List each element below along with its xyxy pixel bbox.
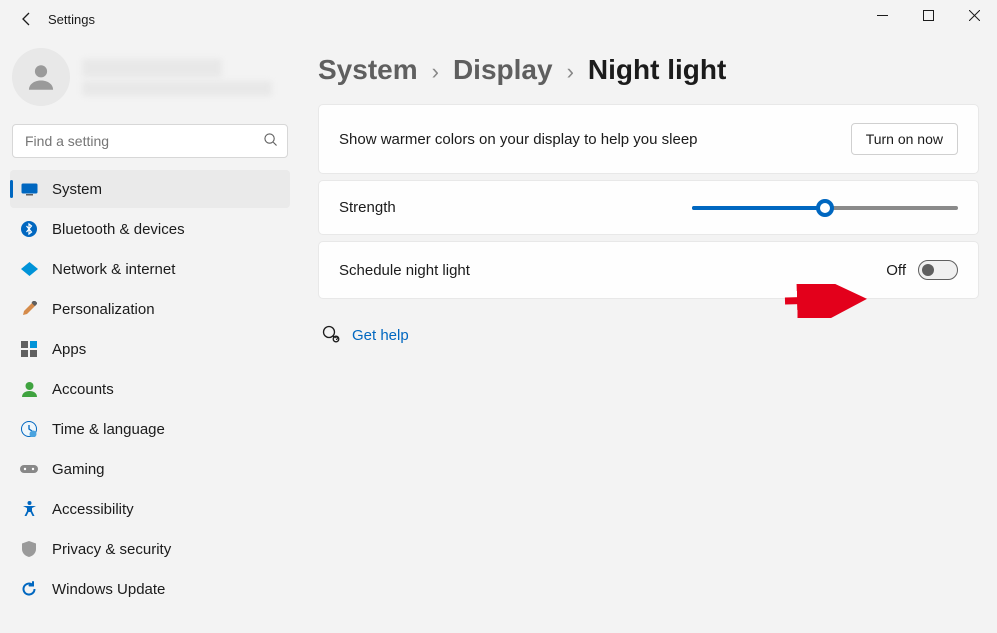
breadcrumb-display[interactable]: Display — [453, 54, 553, 86]
account-block[interactable] — [10, 48, 290, 118]
avatar — [12, 48, 70, 106]
schedule-card: Schedule night light Off — [318, 241, 979, 299]
account-name — [82, 59, 222, 77]
chevron-right-icon: › — [567, 59, 574, 85]
sidebar-item-label: Bluetooth & devices — [52, 221, 185, 238]
sidebar-item-apps[interactable]: Apps — [10, 330, 290, 368]
account-email — [82, 81, 272, 96]
window-controls — [859, 0, 997, 30]
sidebar-item-bluetooth[interactable]: Bluetooth & devices — [10, 210, 290, 248]
strength-label: Strength — [339, 199, 396, 216]
schedule-state-text: Off — [886, 262, 906, 279]
sidebar-item-label: Time & language — [52, 421, 165, 438]
arrow-left-icon — [20, 12, 34, 26]
slider-thumb[interactable] — [816, 199, 834, 217]
maximize-icon — [923, 10, 934, 21]
night-light-description: Show warmer colors on your display to he… — [339, 131, 698, 148]
sidebar-item-system[interactable]: System — [10, 170, 290, 208]
minimize-button[interactable] — [859, 0, 905, 30]
display-icon — [20, 183, 38, 196]
help-icon — [322, 325, 340, 346]
sidebar-item-accessibility[interactable]: Accessibility — [10, 490, 290, 528]
person-icon — [24, 60, 58, 94]
strength-slider[interactable] — [692, 206, 958, 210]
close-button[interactable] — [951, 0, 997, 30]
schedule-label: Schedule night light — [339, 262, 470, 279]
night-light-description-card: Show warmer colors on your display to he… — [318, 104, 979, 174]
breadcrumb-system[interactable]: System — [318, 54, 418, 86]
bluetooth-icon — [20, 221, 38, 237]
breadcrumb: System › Display › Night light — [318, 54, 979, 86]
update-icon — [20, 581, 38, 597]
strength-card: Strength — [318, 180, 979, 235]
sidebar-item-personalization[interactable]: Personalization — [10, 290, 290, 328]
accessibility-icon — [20, 501, 38, 517]
schedule-toggle[interactable] — [918, 260, 958, 280]
gaming-icon — [20, 463, 38, 475]
close-icon — [969, 10, 980, 21]
titlebar: Settings — [0, 0, 997, 38]
breadcrumb-current: Night light — [588, 54, 726, 86]
sidebar-item-label: Windows Update — [52, 581, 165, 598]
sidebar-item-network[interactable]: Network & internet — [10, 250, 290, 288]
sidebar-item-label: Personalization — [52, 301, 155, 318]
shield-icon — [20, 541, 38, 557]
back-button[interactable] — [18, 10, 36, 28]
toggle-knob — [922, 264, 934, 276]
clock-icon — [20, 421, 38, 437]
sidebar-item-label: Network & internet — [52, 261, 175, 278]
search-field[interactable] — [12, 124, 288, 158]
sidebar-item-update[interactable]: Windows Update — [10, 570, 290, 608]
sidebar-item-label: Privacy & security — [52, 541, 171, 558]
search-icon — [264, 133, 277, 149]
app-title: Settings — [48, 12, 95, 27]
main-content: System › Display › Night light Show warm… — [300, 38, 997, 633]
minimize-icon — [877, 10, 888, 21]
sidebar-item-label: Gaming — [52, 461, 105, 478]
sidebar-item-privacy[interactable]: Privacy & security — [10, 530, 290, 568]
sidebar-item-time[interactable]: Time & language — [10, 410, 290, 448]
get-help-link[interactable]: Get help — [352, 327, 409, 344]
maximize-button[interactable] — [905, 0, 951, 30]
sidebar-item-label: System — [52, 181, 102, 198]
sidebar-item-label: Accessibility — [52, 501, 134, 518]
apps-icon — [20, 341, 38, 357]
wifi-icon — [20, 262, 38, 276]
sidebar-item-label: Accounts — [52, 381, 114, 398]
help-row: Get help — [318, 305, 979, 366]
chevron-right-icon: › — [432, 59, 439, 85]
sidebar-item-accounts[interactable]: Accounts — [10, 370, 290, 408]
turn-on-now-button[interactable]: Turn on now — [851, 123, 958, 155]
search-input[interactable] — [23, 132, 264, 150]
accounts-icon — [20, 381, 38, 397]
sidebar-item-label: Apps — [52, 341, 86, 358]
nav-list: System Bluetooth & devices Network & int… — [10, 170, 290, 608]
paintbrush-icon — [20, 301, 38, 317]
sidebar: System Bluetooth & devices Network & int… — [0, 38, 300, 633]
sidebar-item-gaming[interactable]: Gaming — [10, 450, 290, 488]
